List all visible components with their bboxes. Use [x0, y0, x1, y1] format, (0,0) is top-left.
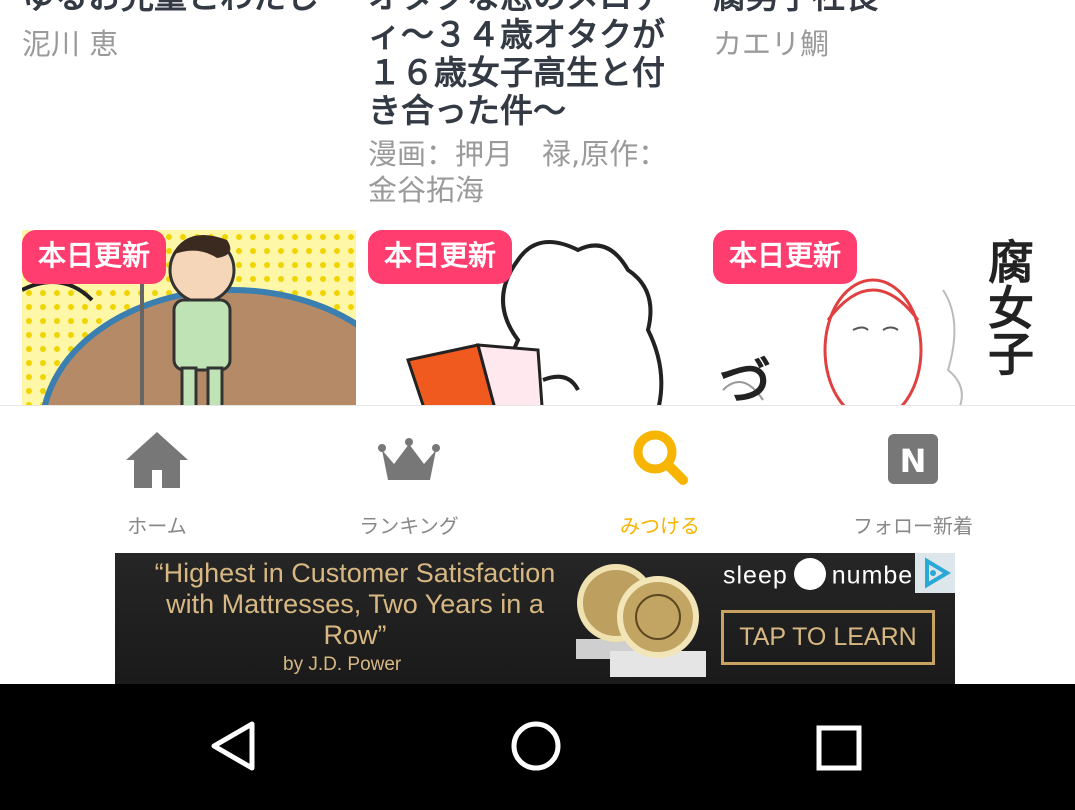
sleep-number-dial-icon: [793, 558, 826, 590]
ad-brand-logo: sleep numbe: [723, 558, 914, 593]
manga-title[interactable]: 腐男子社長: [713, 0, 878, 16]
ad-brand-right: numbe: [831, 561, 914, 590]
ad-attribution: by J.D. Power: [283, 654, 402, 675]
bottom-tab-bar: ホーム ランキング みつける N フォロー新着: [0, 405, 1075, 553]
tab-home[interactable]: ホーム: [37, 406, 277, 546]
manga-author: カエリ鯛: [713, 27, 830, 61]
crown-icon: [378, 438, 440, 480]
n-badge-icon: N: [888, 434, 938, 484]
tab-label: ランキング: [359, 514, 459, 538]
tab-discover[interactable]: みつける: [540, 406, 780, 546]
updated-today-badge: 本日更新: [368, 230, 513, 284]
manga-grid: ゆるお児童とわたし 泥川 恵 オタクな恋のメロディ〜３４歳オタクが１６歳女子高生…: [0, 0, 1075, 405]
manga-title[interactable]: オタクな恋のメロディ〜３４歳オタクが１６歳女子高生と付き合った件〜: [368, 0, 688, 130]
manga-thumbnail[interactable]: 本日更新: [368, 230, 702, 405]
manga-author: 漫画：押月 禄,原作：金谷拓海: [368, 137, 668, 207]
manga-thumbnail[interactable]: 本日更新: [22, 230, 356, 405]
manga-author: 泥川 恵: [22, 27, 119, 61]
manga-thumbnail[interactable]: 本日更新 づ 腐女子: [713, 230, 1047, 405]
back-icon[interactable]: [208, 720, 258, 772]
ad-cta-button[interactable]: TAP TO LEARN: [721, 610, 935, 665]
ad-banner[interactable]: “Highest in Customer Satisfaction with M…: [115, 553, 955, 684]
tab-label: フォロー新着: [853, 514, 973, 538]
tab-label: みつける: [620, 514, 700, 538]
updated-today-badge: 本日更新: [713, 230, 858, 284]
tab-label: ホーム: [127, 514, 187, 538]
ad-brand-left: sleep: [723, 561, 788, 590]
updated-today-badge: 本日更新: [22, 230, 167, 284]
cover-title-text: 腐女子: [981, 238, 1035, 376]
manga-title[interactable]: ゆるお児童とわたし: [22, 0, 319, 16]
recent-apps-icon[interactable]: [815, 724, 863, 772]
home-circle-icon[interactable]: [510, 720, 562, 772]
svg-text:づ: づ: [719, 353, 771, 405]
system-nav-bar: [0, 684, 1075, 810]
search-icon: [633, 430, 688, 485]
tab-ranking[interactable]: ランキング: [289, 406, 529, 546]
tab-follow-updates[interactable]: N フォロー新着: [793, 406, 1033, 546]
ad-choices-icon[interactable]: [915, 553, 955, 593]
ad-quote: “Highest in Customer Satisfaction with M…: [154, 558, 556, 650]
svg-text:N: N: [900, 442, 927, 480]
award-trophy-icon: [576, 564, 706, 677]
home-icon: [126, 432, 188, 488]
